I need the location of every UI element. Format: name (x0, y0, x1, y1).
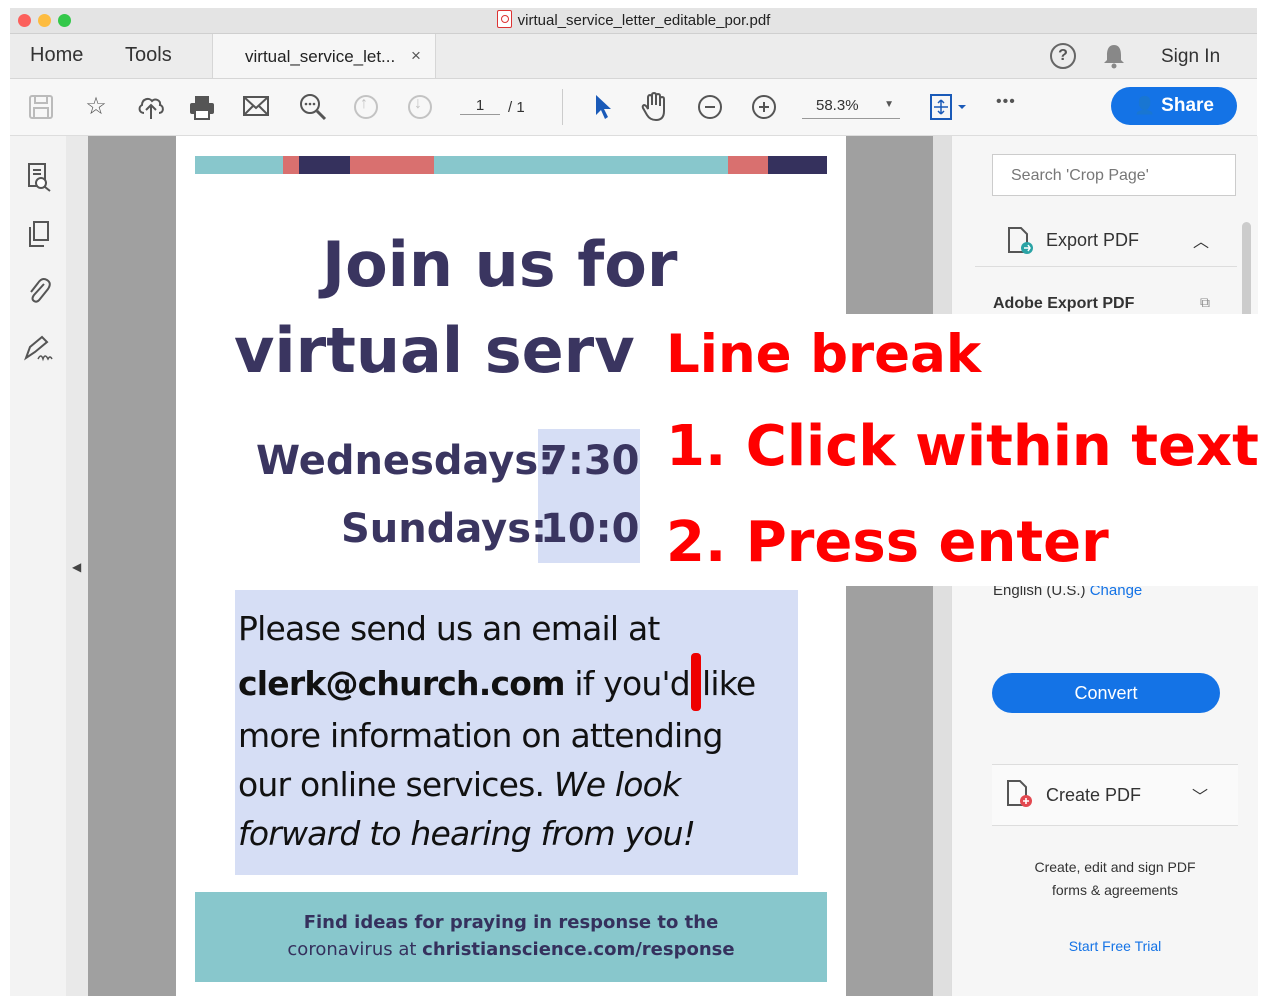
create-desc-line: forms & agreements (1051, 882, 1179, 898)
stripe-block (728, 156, 768, 174)
create-pdf-icon (1007, 780, 1032, 807)
hand-tool-icon[interactable] (640, 91, 670, 123)
collapse-panel-handle[interactable]: ◀ (66, 136, 88, 996)
tab-tools[interactable]: Tools (125, 44, 172, 67)
caret-left-icon: ◀ (72, 560, 82, 574)
start-free-trial-link[interactable]: Start Free Trial (992, 938, 1238, 954)
paragraph-fragment: our online services. (238, 765, 554, 804)
create-desc-line: Create, edit and sign PDF (1034, 859, 1196, 875)
paragraph-line: our online services. We look (238, 760, 798, 809)
page-thumbnails-icon[interactable] (24, 162, 52, 192)
copy-icon[interactable]: ⧉ (1200, 294, 1210, 311)
bell-icon[interactable] (1102, 43, 1126, 69)
paragraph-fragment: if you'd (564, 664, 690, 703)
paragraph-fragment: like (701, 664, 756, 703)
create-pdf-header[interactable]: Create PDF ﹀ (992, 764, 1238, 826)
help-icon[interactable]: ? (1050, 43, 1076, 69)
overlay-step-1: 1. Click within text (666, 414, 1259, 479)
save-icon[interactable] (28, 94, 54, 120)
page-total: / 1 (508, 99, 525, 116)
toolbar-divider (562, 89, 563, 125)
footer-line-2: coronavirus at christianscience.com/resp… (195, 939, 827, 960)
stripe-block (283, 156, 299, 174)
toolbar: ☆ ↑ ↓ 1 / 1 58.3% ▼ ••• 👤 Share (10, 79, 1257, 136)
footer-prefix: coronavirus at (287, 939, 423, 960)
zoom-in-icon[interactable] (752, 95, 776, 119)
share-button[interactable]: 👤 Share (1111, 87, 1237, 125)
email-icon[interactable] (242, 94, 270, 118)
tab-home[interactable]: Home (30, 44, 83, 67)
text-cursor-marker (690, 653, 701, 711)
zoom-out-icon[interactable] (698, 95, 722, 119)
instruction-overlay: Line break 1. Click within text 2. Press… (640, 314, 1264, 586)
stripe-block (350, 156, 434, 174)
chevron-down-icon: ▼ (884, 99, 894, 110)
copy-pages-icon[interactable] (26, 220, 52, 248)
bookmark-star-icon[interactable]: ☆ (82, 93, 110, 121)
zoom-select[interactable]: 58.3% ▼ (802, 97, 900, 119)
paragraph-line: more information on attending (238, 716, 723, 755)
fill-sign-icon[interactable] (22, 334, 54, 362)
footer-link[interactable]: christianscience.com/response (422, 939, 734, 960)
export-pdf-title: Export PDF (1046, 230, 1140, 250)
paragraph-italic: We look (553, 765, 681, 804)
chevron-up-icon[interactable]: ︿ (1193, 228, 1209, 252)
stripe-block (768, 156, 827, 174)
tab-document[interactable]: virtual_service_let... × (212, 34, 436, 78)
footer-banner: Find ideas for praying in response to th… (195, 892, 827, 982)
export-pdf-icon (1008, 227, 1033, 254)
export-pdf-header[interactable]: Export PDF ︿ (975, 214, 1237, 267)
overlay-heading: Line break (666, 324, 982, 385)
paragraph-line: Please send us an email at (238, 609, 660, 648)
pdf-file-icon (496, 10, 512, 28)
share-label: Share (1161, 95, 1214, 116)
title-bar: virtual_service_letter_editable_por.pdf (10, 8, 1257, 34)
wednesday-label: Wednesdays: (256, 438, 555, 484)
create-pdf-description: Create, edit and sign PDF forms & agreem… (992, 856, 1238, 902)
attachment-icon[interactable] (26, 276, 52, 304)
stripe-block (299, 156, 350, 174)
upload-cloud-icon[interactable] (136, 93, 166, 121)
tools-search-input[interactable]: Search 'Crop Page' (992, 154, 1236, 196)
more-tools-button[interactable]: ••• (996, 93, 1016, 111)
paragraph-text[interactable]: Please send us an email at clerk@church.… (238, 604, 798, 858)
select-arrow-icon[interactable] (592, 93, 614, 121)
page-number-input[interactable]: 1 (460, 97, 500, 115)
sign-in-link[interactable]: Sign In (1161, 46, 1220, 68)
zoom-value: 58.3% (816, 97, 859, 114)
previous-page-icon[interactable]: ↑ (354, 95, 378, 119)
heading-line-1: Join us for (322, 228, 678, 301)
convert-button[interactable]: Convert (992, 673, 1220, 713)
fit-page-icon[interactable] (928, 93, 970, 121)
paragraph-italic: forward to hearing from you! (238, 814, 696, 853)
chevron-down-icon[interactable]: ﹀ (1192, 783, 1208, 807)
sunday-label: Sundays: (341, 506, 548, 552)
next-page-icon[interactable]: ↓ (408, 95, 432, 119)
heading-line-2: virtual serv (234, 314, 635, 387)
tab-document-label: virtual_service_let... (245, 47, 396, 66)
create-pdf-title: Create PDF (1046, 785, 1142, 805)
footer-line-1: Find ideas for praying in response to th… (303, 912, 719, 933)
wednesday-time[interactable]: 7:30 (540, 438, 640, 484)
find-text-icon[interactable] (298, 92, 328, 122)
overlay-step-2: 2. Press enter (666, 510, 1109, 575)
window-title: virtual_service_letter_editable_por.pdf (10, 8, 1257, 33)
window-title-text: virtual_service_letter_editable_por.pdf (517, 12, 771, 29)
tab-bar: Home Tools virtual_service_let... × ? Si… (10, 34, 1257, 79)
paragraph-line: clerk@church.com if you'd like (238, 653, 798, 711)
left-navigation-rail (10, 136, 67, 996)
add-user-icon: 👤 (1134, 96, 1156, 115)
adobe-export-label: Adobe Export PDF (993, 295, 1135, 312)
paragraph-line: forward to hearing from you! (238, 809, 798, 858)
tab-close-button[interactable]: × (411, 46, 421, 66)
email-address: clerk@church.com (238, 664, 566, 703)
print-icon[interactable] (188, 93, 216, 121)
